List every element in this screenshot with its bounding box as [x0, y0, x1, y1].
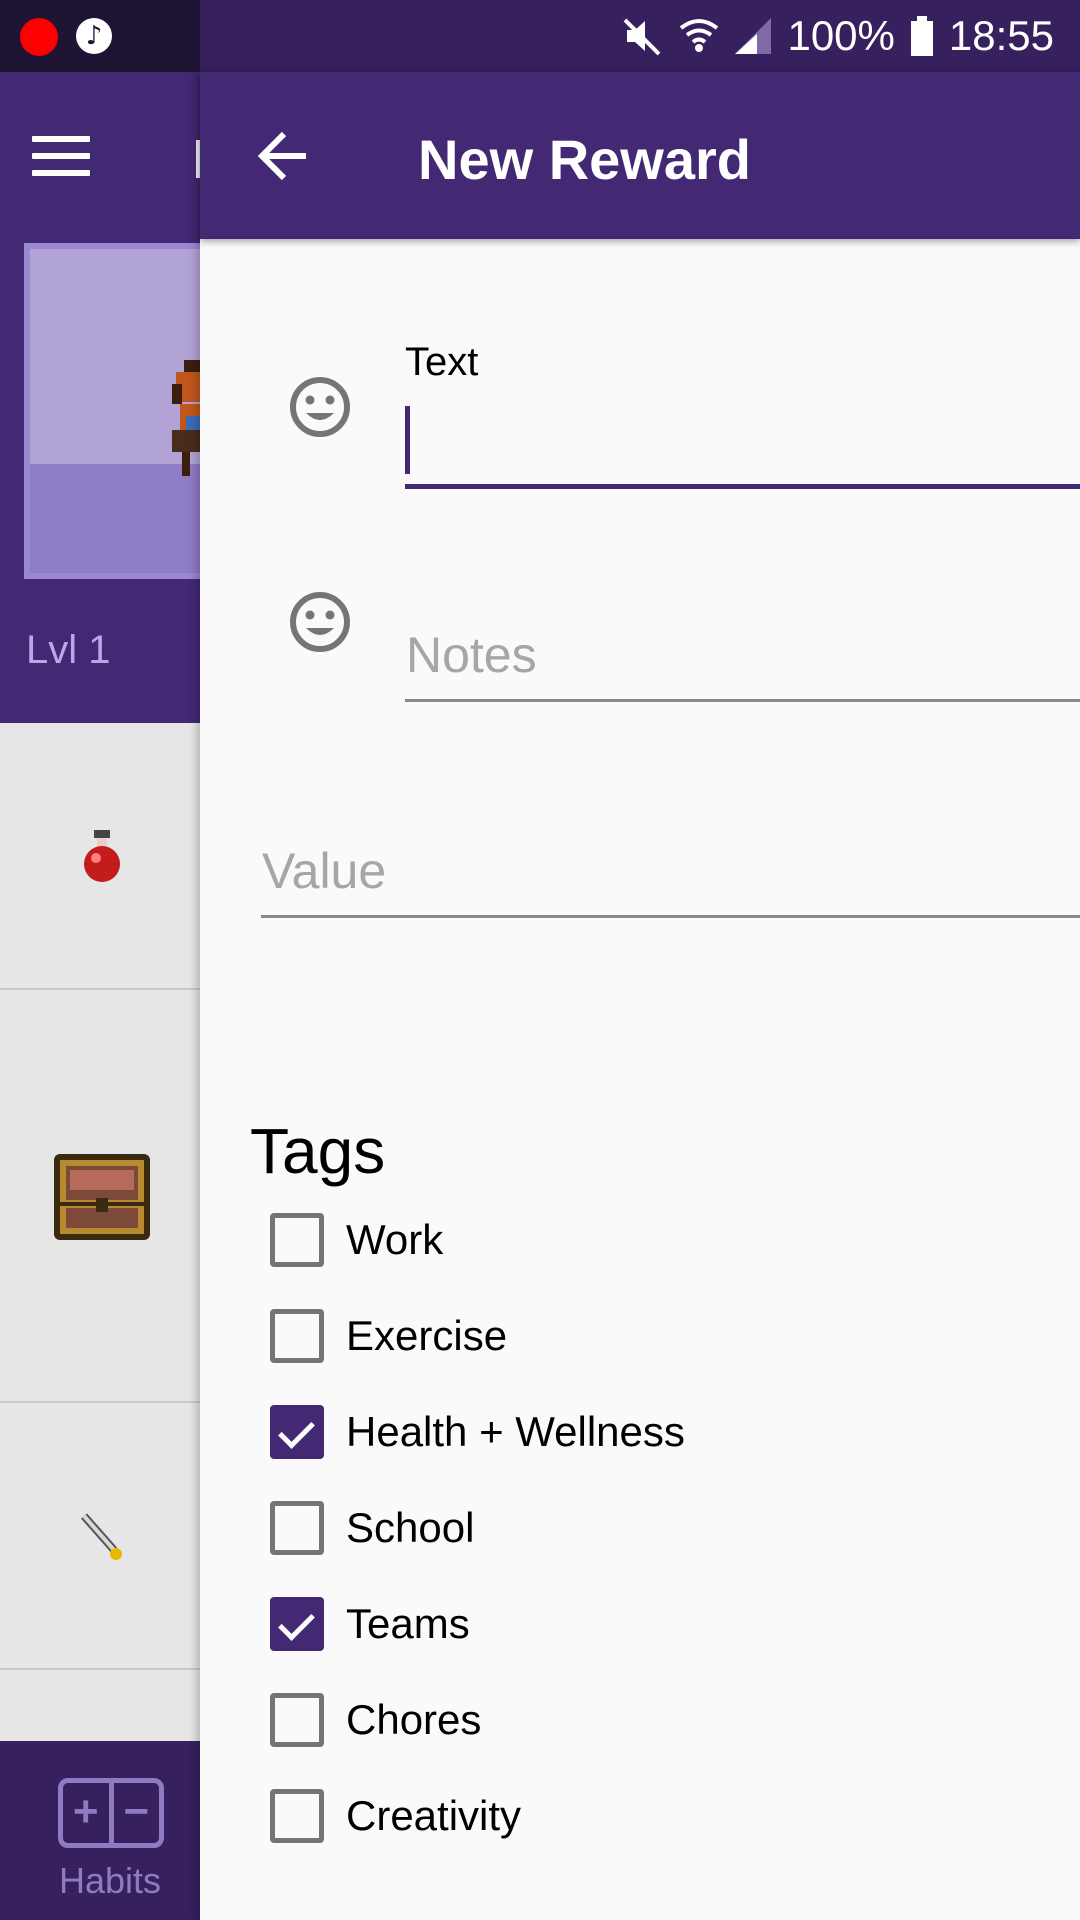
tag-label: Health + Wellness [346, 1408, 685, 1455]
new-reward-dialog: New Reward Text Notes Value Tags Work Ex… [200, 72, 1080, 1920]
sword-icon[interactable] [80, 1512, 126, 1562]
checkbox[interactable] [270, 1501, 324, 1555]
tag-label: Chores [346, 1696, 482, 1743]
value-underline [261, 915, 1080, 918]
clock: 18:55 [948, 12, 1054, 59]
music-note-icon: ♪ [76, 18, 112, 54]
checkbox-checked[interactable] [270, 1405, 324, 1459]
background-app-bar [0, 72, 200, 239]
health-potion-icon[interactable] [80, 830, 124, 886]
wifi-icon [679, 14, 719, 58]
habits-icon[interactable]: + − [58, 1778, 164, 1848]
habits-minus-glyph: − [123, 1787, 150, 1836]
tag-label: Teams [346, 1600, 470, 1647]
tag-row-chores[interactable]: Chores [270, 1690, 481, 1750]
smiley-face-icon[interactable] [288, 590, 352, 654]
level-label: Lvl 1 [26, 628, 111, 672]
tag-label: Creativity [346, 1792, 522, 1839]
battery-percentage: 100% [787, 12, 895, 59]
battery-icon [909, 14, 935, 58]
tag-label: Work [346, 1216, 444, 1263]
notes-input[interactable]: Notes [406, 626, 537, 684]
tag-row-school[interactable]: School [270, 1498, 474, 1558]
tag-row-work[interactable]: Work [270, 1210, 443, 1270]
dialog-toolbar: New Reward [200, 72, 1080, 239]
smiley-face-icon[interactable] [288, 375, 352, 439]
tag-row-exercise[interactable]: Exercise [270, 1306, 507, 1366]
menu-icon[interactable] [32, 136, 90, 176]
treasure-chest-icon[interactable] [54, 1154, 150, 1240]
text-cursor [405, 406, 410, 474]
checkbox[interactable] [270, 1309, 324, 1363]
status-bar: ♪ 100% 18:55 [0, 0, 1080, 72]
value-input[interactable]: Value [262, 842, 386, 900]
text-input[interactable] [405, 484, 1080, 489]
list-divider [0, 1668, 200, 1670]
list-divider [0, 1401, 200, 1403]
checkbox[interactable] [270, 1213, 324, 1267]
checkbox[interactable] [270, 1789, 324, 1843]
tag-row-health-wellness[interactable]: Health + Wellness [270, 1402, 685, 1462]
tag-label: Exercise [346, 1312, 508, 1359]
status-bar-right: 100% 18:55 [621, 10, 1054, 62]
status-bar-left: ♪ [0, 0, 200, 72]
tag-row-teams[interactable]: Teams [270, 1594, 470, 1654]
notes-underline [405, 699, 1080, 702]
avatar-sprite-icon [172, 360, 200, 476]
text-field-label: Text [405, 340, 479, 384]
dialog-title: New Reward [418, 128, 751, 191]
checkbox[interactable] [270, 1693, 324, 1747]
checkbox-checked[interactable] [270, 1597, 324, 1651]
list-divider [0, 988, 200, 990]
habits-plus-glyph: + [72, 1787, 99, 1836]
signal-icon [733, 14, 773, 58]
mute-icon [621, 14, 665, 58]
habits-tab-label[interactable]: Habits [30, 1860, 190, 1902]
recording-indicator-icon [20, 18, 58, 56]
tags-heading: Tags [250, 1115, 386, 1187]
arrow-left-icon[interactable] [256, 128, 312, 184]
tag-row-creativity[interactable]: Creativity [270, 1786, 521, 1846]
tag-label: School [346, 1504, 475, 1551]
